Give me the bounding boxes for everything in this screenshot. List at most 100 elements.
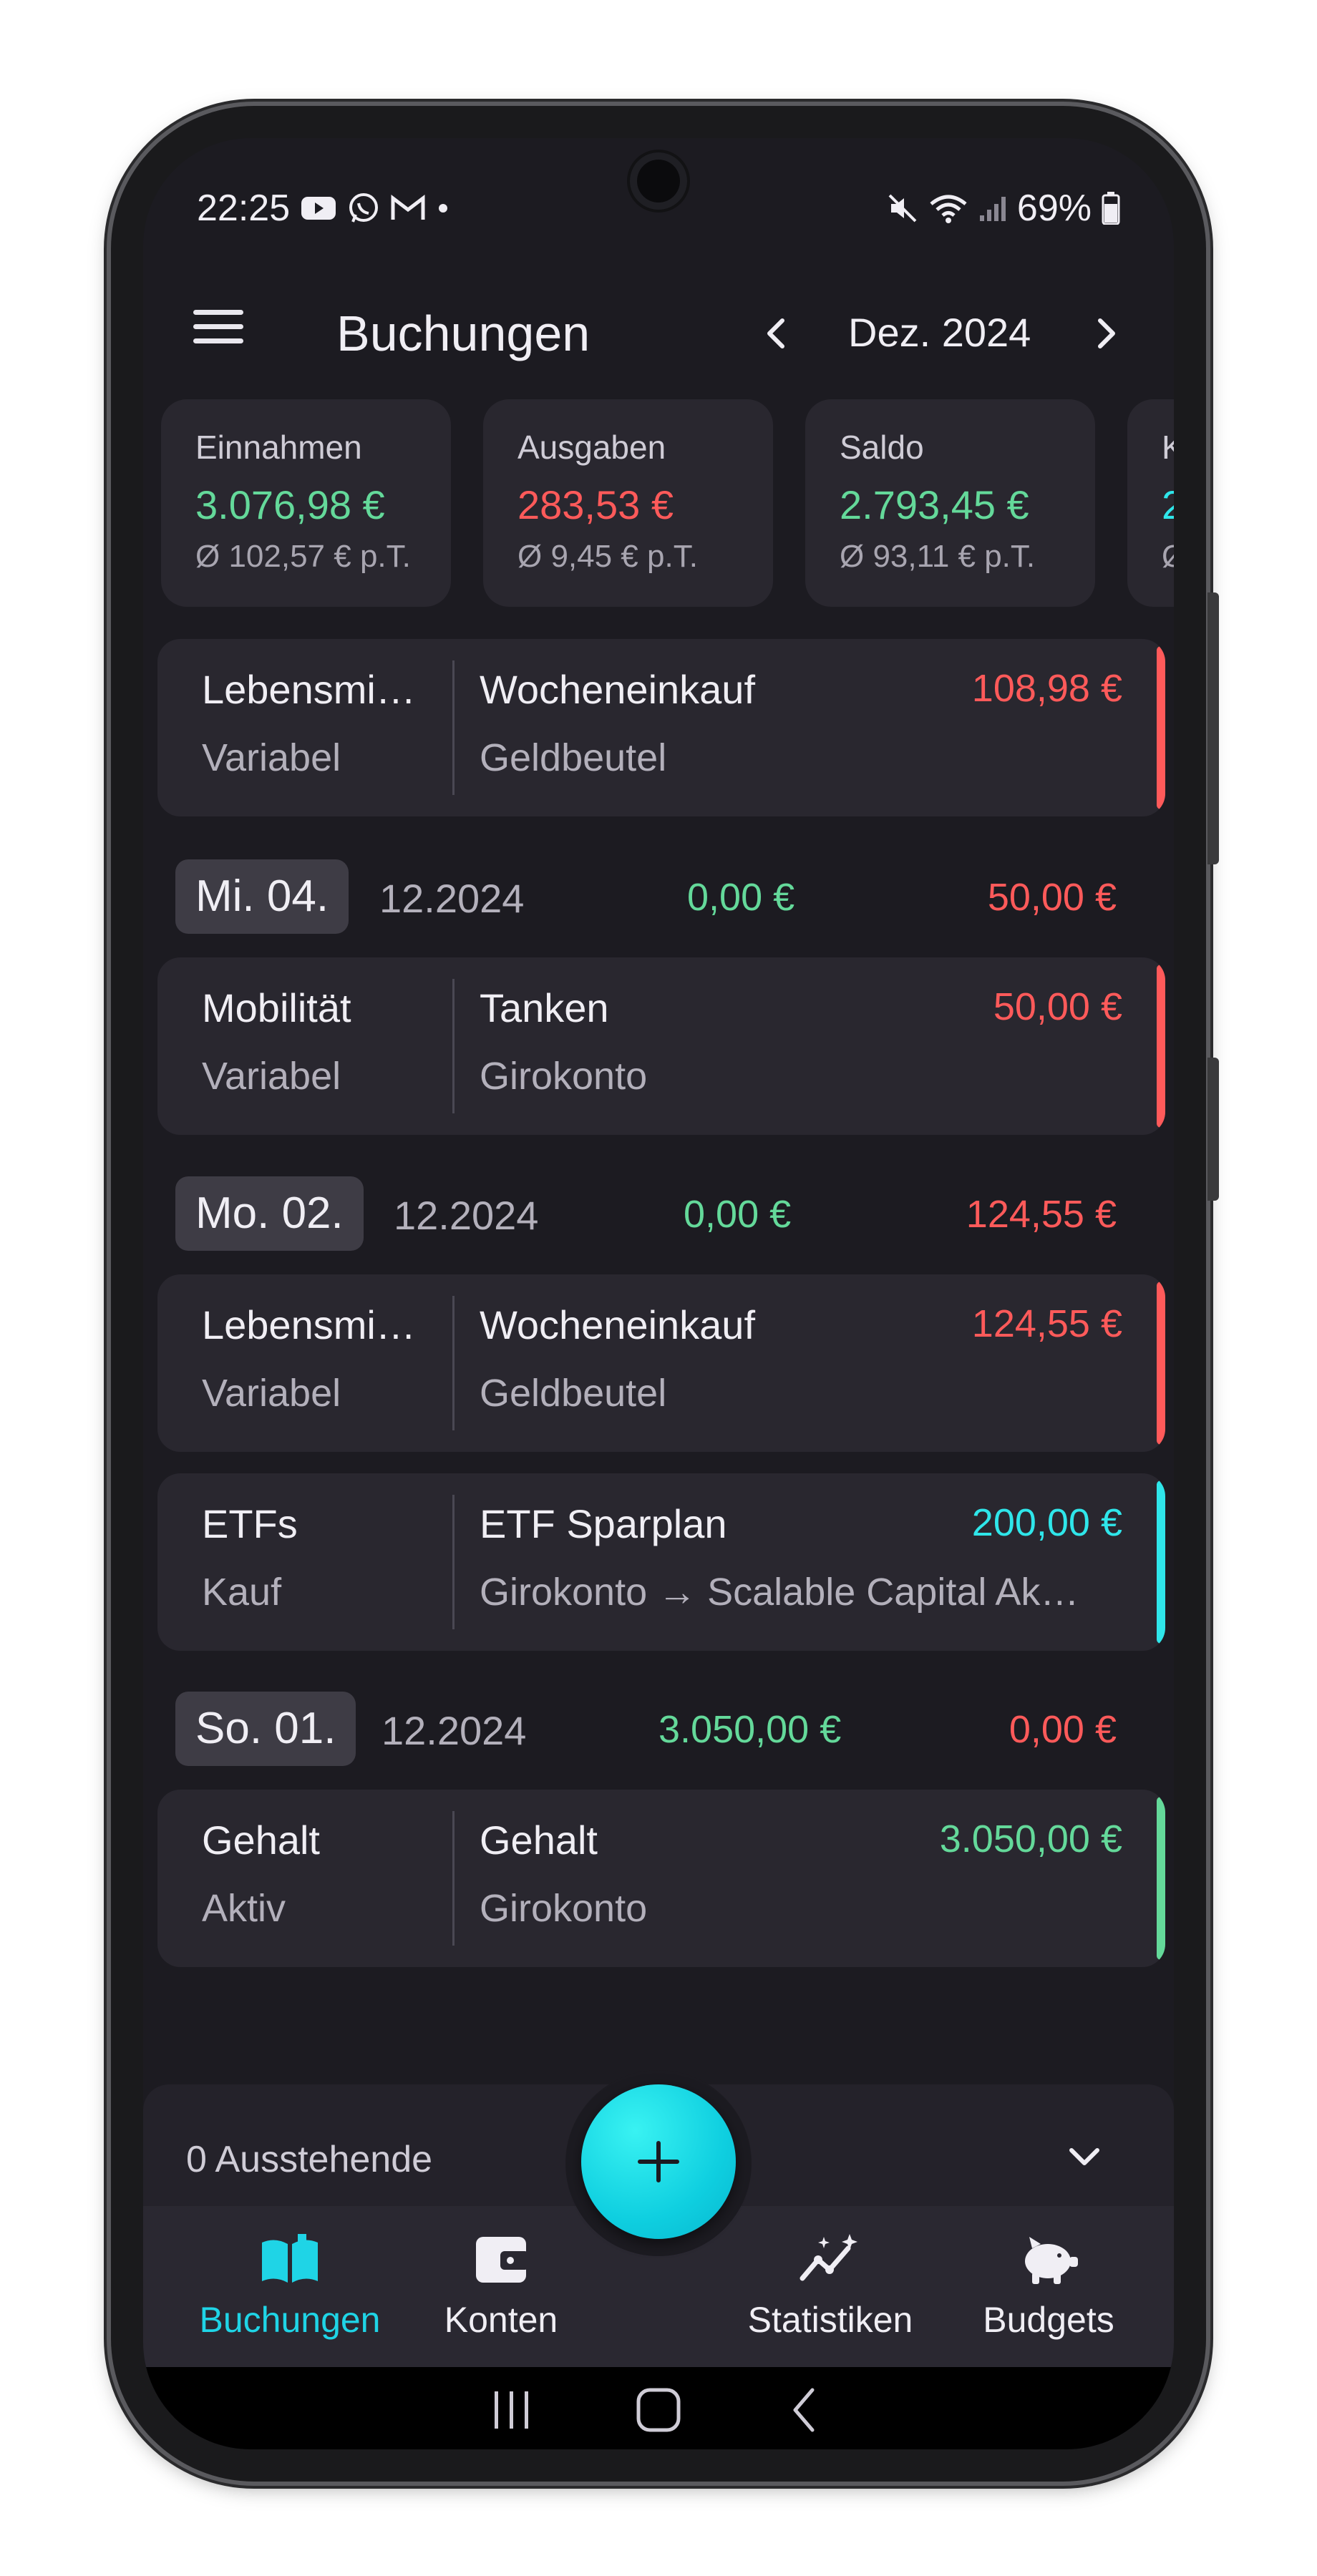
wifi-icon: [930, 195, 967, 223]
transaction-amount: 3.050,00 €: [939, 1818, 1122, 1860]
recent-apps-icon[interactable]: [483, 2381, 540, 2439]
transaction-amount: 200,00 €: [971, 1501, 1122, 1544]
transaction-amount: 108,98 €: [971, 667, 1122, 710]
transaction-category: Lebensmi…: [202, 1302, 416, 1347]
chevron-down-icon[interactable]: [1063, 2135, 1106, 2177]
transaction-amount: 50,00 €: [993, 985, 1122, 1028]
transaction-category: ETFs: [202, 1501, 298, 1546]
summary-value: 2.793,45 €: [840, 482, 1029, 527]
chart-sparkle-icon: [800, 2234, 857, 2281]
summary-value: 3.076,98 €: [195, 482, 385, 527]
transaction-description: Wocheneinkauf: [480, 667, 755, 712]
divider: [452, 660, 455, 795]
nav-item-konten[interactable]: Konten: [422, 2206, 580, 2367]
app-bar: Buchungen Dez. 2024: [143, 278, 1174, 392]
screen: 22:25 69% Buchungen Dez. 2024 Einnahmen …: [143, 138, 1174, 2449]
page-title: Buchungen: [336, 306, 591, 361]
transaction-description: ETF Sparplan: [480, 1501, 727, 1546]
summary-card-income[interactable]: Einnahmen 3.076,98 € Ø 102,57 € p.T.: [161, 399, 451, 607]
day-header: So. 01. 12.2024 3.050,00 € 0,00 €: [143, 1686, 1174, 1772]
home-icon[interactable]: [630, 2381, 687, 2439]
day-income: 0,00 €: [684, 1193, 792, 1236]
summary-average: Ø 102,57 € p.T.: [195, 539, 411, 574]
expense-indicator: [1157, 646, 1165, 809]
transaction-subcategory: Variabel: [202, 736, 341, 779]
chevron-left-icon[interactable]: [755, 312, 798, 355]
summary-label: Ausgaben: [517, 429, 666, 466]
transaction-subcategory: Aktiv: [202, 1887, 286, 1930]
volume-button: [1207, 592, 1219, 864]
day-expense: 0,00 €: [1009, 1708, 1117, 1751]
divider: [452, 1811, 455, 1946]
transaction-subcategory: Variabel: [202, 1055, 341, 1098]
summary-cards[interactable]: Einnahmen 3.076,98 € Ø 102,57 € p.T. Aus…: [161, 399, 1174, 607]
transaction-card[interactable]: Lebensmi… Variabel Wocheneinkauf Geldbeu…: [157, 1274, 1165, 1452]
day-badge: Mi. 04.: [175, 859, 349, 934]
whatsapp-icon: [349, 193, 379, 223]
chevron-right-icon[interactable]: [1084, 312, 1127, 355]
day-income: 3.050,00 €: [658, 1708, 842, 1751]
wallet-icon: [476, 2237, 529, 2283]
transaction-description: Wocheneinkauf: [480, 1302, 755, 1347]
summary-label: K: [1162, 429, 1174, 466]
nav-label: Buchungen: [199, 2300, 381, 2340]
battery-percent: 69%: [1016, 187, 1092, 229]
summary-card-expenses[interactable]: Ausgaben 283,53 € Ø 9,45 € p.T.: [483, 399, 773, 607]
summary-card-partial[interactable]: K 2 Ø: [1127, 399, 1174, 607]
plus-icon: [638, 2141, 679, 2182]
transaction-subcategory: Kauf: [202, 1571, 282, 1614]
summary-label: Einnahmen: [195, 429, 362, 466]
transaction-account: Geldbeutel: [480, 736, 667, 779]
day-income: 0,00 €: [687, 876, 795, 919]
divider: [452, 1296, 455, 1430]
transaction-account: Girokonto: [480, 1887, 648, 1930]
summary-value: 283,53 €: [517, 482, 674, 527]
transaction-card[interactable]: Mobilität Variabel Tanken Girokonto 50,0…: [157, 957, 1165, 1135]
day-header: Mo. 02. 12.2024 0,00 € 124,55 €: [143, 1171, 1174, 1257]
transaction-amount: 124,55 €: [971, 1302, 1122, 1345]
divider: [452, 979, 455, 1113]
transaction-category: Lebensmi…: [202, 667, 416, 712]
nav-label: Statistiken: [747, 2300, 913, 2340]
day-date: 12.2024: [382, 1708, 527, 1753]
nav-item-buchungen[interactable]: Buchungen: [186, 2206, 394, 2367]
piggy-bank-icon: [1025, 2237, 1078, 2284]
transaction-card[interactable]: Gehalt Aktiv Gehalt Girokonto 3.050,00 €: [157, 1790, 1165, 1967]
back-icon[interactable]: [777, 2381, 834, 2439]
summary-average: Ø 93,11 € p.T.: [840, 539, 1036, 574]
transaction-account: Girokonto: [480, 1055, 648, 1098]
summary-value: 2: [1162, 482, 1174, 527]
status-bar: 22:25 69%: [143, 181, 1174, 238]
day-expense: 50,00 €: [987, 876, 1117, 919]
pending-label: 0 Ausstehende: [186, 2139, 433, 2180]
gmail-icon: [391, 194, 425, 220]
transaction-account: Girokonto → Scalable Capital Ak…: [480, 1571, 1079, 1614]
signal-icon: [979, 197, 1006, 221]
day-badge: So. 01.: [175, 1692, 356, 1766]
book-icon: [262, 2234, 318, 2283]
transaction-subcategory: Variabel: [202, 1372, 341, 1415]
nav-item-statistiken[interactable]: Statistiken: [730, 2206, 930, 2367]
battery-icon: [1102, 192, 1120, 225]
summary-label: Saldo: [840, 429, 924, 466]
transaction-card[interactable]: Lebensmi… Variabel Wocheneinkauf Geldbeu…: [157, 639, 1165, 816]
month-selector[interactable]: Dez. 2024: [848, 309, 1031, 356]
dot-icon: [439, 204, 448, 213]
clock: 22:25: [197, 187, 291, 229]
transaction-description: Gehalt: [480, 1818, 598, 1863]
nav-item-budgets[interactable]: Budgets: [959, 2206, 1138, 2367]
summary-card-balance[interactable]: Saldo 2.793,45 € Ø 93,11 € p.T.: [805, 399, 1095, 607]
phone-frame: 22:25 69% Buchungen Dez. 2024 Einnahmen …: [111, 106, 1219, 2482]
expense-indicator: [1157, 1282, 1165, 1445]
divider: [452, 1495, 455, 1629]
menu-icon[interactable]: [193, 310, 243, 360]
day-date: 12.2024: [394, 1193, 539, 1238]
add-transaction-button[interactable]: [581, 2084, 736, 2239]
mute-icon: [888, 194, 917, 223]
transaction-card[interactable]: ETFs Kauf ETF Sparplan Girokonto → Scala…: [157, 1473, 1165, 1651]
summary-average: Ø: [1162, 539, 1174, 575]
youtube-icon: [301, 197, 336, 220]
transaction-account: Geldbeutel: [480, 1372, 667, 1415]
expense-indicator: [1157, 965, 1165, 1128]
summary-average: Ø 9,45 € p.T.: [517, 539, 698, 574]
